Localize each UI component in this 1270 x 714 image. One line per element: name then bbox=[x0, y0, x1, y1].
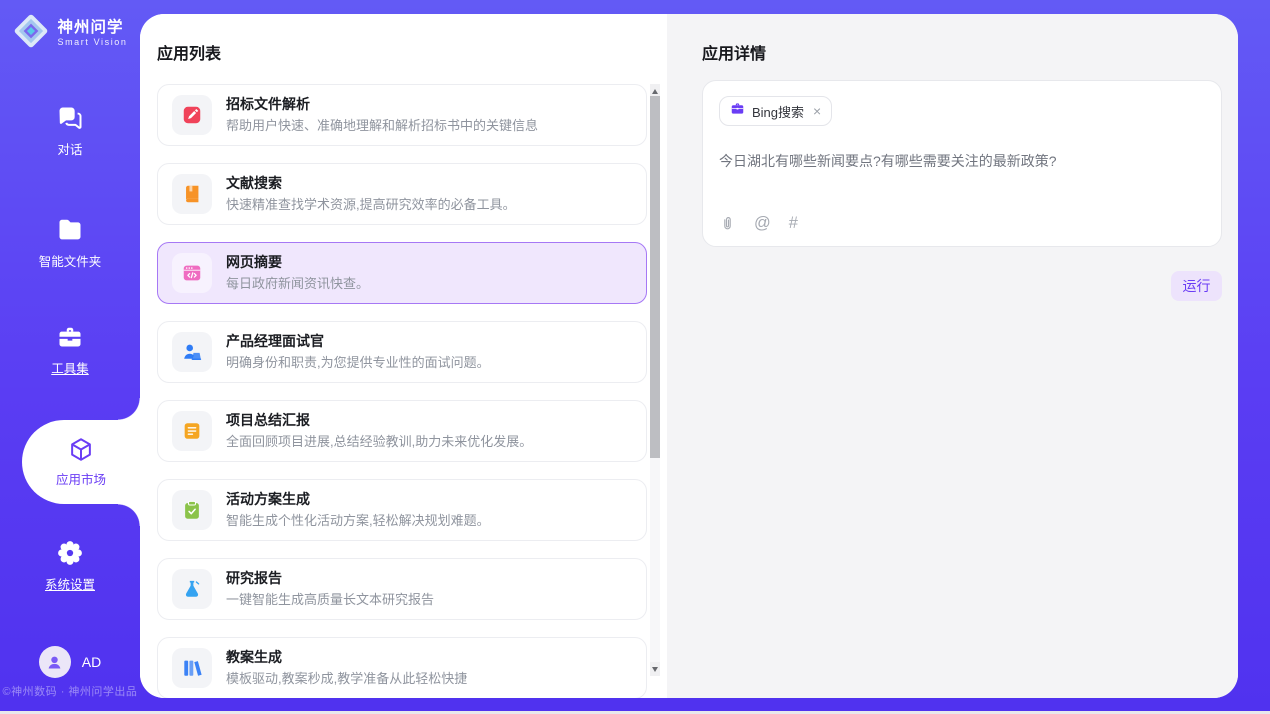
app-card[interactable]: 教案生成 模板驱动,教案秒成,教学准备从此轻松快捷 bbox=[157, 637, 647, 698]
app-card-title: 招标文件解析 bbox=[226, 94, 538, 114]
sidebar-item[interactable]: 系统设置 bbox=[0, 539, 140, 593]
app-card-title: 研究报告 bbox=[226, 568, 434, 588]
user-name: AD bbox=[82, 654, 101, 670]
paperclip-icon[interactable] bbox=[719, 215, 736, 232]
app-card[interactable]: 产品经理面试官 明确身份和职责,为您提供专业性的面试问题。 bbox=[157, 321, 647, 383]
prompt-input[interactable]: 今日湖北有哪些新闻要点?有哪些需要关注的最新政策? bbox=[719, 151, 1205, 172]
app-card[interactable]: 活动方案生成 智能生成个性化活动方案,轻松解决规划难题。 bbox=[157, 479, 647, 541]
app-card-title: 产品经理面试官 bbox=[226, 331, 490, 351]
app-card[interactable]: 研究报告 一键智能生成高质量长文本研究报告 bbox=[157, 558, 647, 620]
app-card-desc: 全面回顾项目进展,总结经验教训,助力未来优化发展。 bbox=[226, 433, 532, 452]
interview-icon bbox=[172, 332, 212, 372]
app-card-desc: 一键智能生成高质量长文本研究报告 bbox=[226, 591, 434, 610]
app-card-title: 活动方案生成 bbox=[226, 489, 490, 509]
avatar bbox=[39, 646, 71, 678]
user-account[interactable]: AD bbox=[0, 646, 140, 678]
chat-icon bbox=[56, 104, 84, 132]
toolbox-icon bbox=[56, 323, 84, 351]
app-card[interactable]: 项目总结汇报 全面回顾项目进展,总结经验教训,助力未来优化发展。 bbox=[157, 400, 647, 462]
books-icon bbox=[172, 648, 212, 688]
book-icon bbox=[172, 174, 212, 214]
sidebar-item-label: 系统设置 bbox=[45, 574, 95, 593]
close-icon[interactable]: × bbox=[813, 104, 821, 118]
app-card-desc: 明确身份和职责,为您提供专业性的面试问题。 bbox=[226, 354, 490, 373]
app-card[interactable]: 招标文件解析 帮助用户快速、准确地理解和解析招标书中的关键信息 bbox=[157, 84, 647, 146]
folder-icon bbox=[56, 216, 84, 244]
tool-chip-bing-search[interactable]: Bing搜索 × bbox=[719, 96, 832, 126]
scrollbar-thumb[interactable] bbox=[650, 96, 660, 458]
briefcase-icon bbox=[730, 101, 745, 121]
sidebar-item-label: 应用市场 bbox=[56, 469, 106, 488]
tool-chip-label: Bing搜索 bbox=[752, 102, 804, 121]
app-list-title: 应用列表 bbox=[157, 40, 221, 64]
sidebar-item[interactable]: 应用市场 bbox=[22, 420, 140, 504]
mention-at-icon[interactable]: @ bbox=[754, 214, 771, 233]
sidebar-item[interactable]: 对话 bbox=[0, 104, 140, 158]
app-card-list: 招标文件解析 帮助用户快速、准确地理解和解析招标书中的关键信息 文献搜索 快速精… bbox=[157, 84, 647, 698]
app-card[interactable]: 文献搜索 快速精准查找学术资源,提高研究效率的必备工具。 bbox=[157, 163, 647, 225]
app-detail-pane: 应用详情 Bing搜索 × 今日湖北有哪些新闻要点?有哪些需要关注的最新政策? … bbox=[667, 14, 1238, 698]
sidebar-item-label: 智能文件夹 bbox=[39, 251, 102, 270]
run-button[interactable]: 运行 bbox=[1171, 271, 1222, 301]
sidebar-nav: 对话 智能文件夹 工具集 应用市场 系统设置 bbox=[0, 0, 140, 711]
list-scrollbar[interactable] bbox=[650, 84, 660, 676]
app-card-desc: 快速精准查找学术资源,提高研究效率的必备工具。 bbox=[226, 196, 516, 215]
sidebar-item[interactable]: 智能文件夹 bbox=[0, 216, 140, 270]
sidebar-item[interactable]: 工具集 bbox=[0, 323, 140, 377]
edit-doc-icon bbox=[172, 95, 212, 135]
app-card-title: 网页摘要 bbox=[226, 252, 369, 272]
clipboard-check-icon bbox=[172, 490, 212, 530]
cube-icon bbox=[67, 436, 95, 464]
app-card-title: 文献搜索 bbox=[226, 173, 516, 193]
app-card-title: 教案生成 bbox=[226, 647, 467, 667]
sidebar-item-label: 工具集 bbox=[51, 358, 89, 377]
sidebar: 神州问学 Smart Vision 对话 智能文件夹 工具集 应用市场 bbox=[0, 0, 140, 711]
sidebar-item-label: 对话 bbox=[57, 139, 82, 158]
app-list-pane: 应用列表 招标文件解析 帮助用户快速、准确地理解和解析招标书中的关键信息 文献搜… bbox=[140, 14, 667, 698]
attachment-toolbar: @ # bbox=[719, 214, 798, 233]
app-card[interactable]: 网页摘要 每日政府新闻资讯快查。 bbox=[157, 242, 647, 304]
app-card-desc: 帮助用户快速、准确地理解和解析招标书中的关键信息 bbox=[226, 117, 538, 136]
app-card-desc: 每日政府新闻资讯快查。 bbox=[226, 275, 369, 294]
gear-icon bbox=[56, 539, 84, 567]
browser-icon bbox=[172, 253, 212, 293]
hash-icon[interactable]: # bbox=[789, 214, 798, 233]
flask-icon bbox=[172, 569, 212, 609]
app-card-desc: 智能生成个性化活动方案,轻松解决规划难题。 bbox=[226, 512, 490, 531]
note-icon bbox=[172, 411, 212, 451]
app-card-title: 项目总结汇报 bbox=[226, 410, 532, 430]
app-card-desc: 模板驱动,教案秒成,教学准备从此轻松快捷 bbox=[226, 670, 467, 689]
app-detail-title: 应用详情 bbox=[702, 40, 766, 64]
scroll-down-arrow[interactable] bbox=[650, 662, 660, 676]
app-window: 神州问学 Smart Vision 对话 智能文件夹 工具集 应用市场 bbox=[0, 0, 1270, 714]
prompt-card: Bing搜索 × 今日湖北有哪些新闻要点?有哪些需要关注的最新政策? @ # bbox=[702, 80, 1222, 247]
copyright-footer: ©神州数码 · 神州问学出品 bbox=[0, 683, 140, 699]
main-panel: 应用列表 招标文件解析 帮助用户快速、准确地理解和解析招标书中的关键信息 文献搜… bbox=[140, 14, 1238, 698]
